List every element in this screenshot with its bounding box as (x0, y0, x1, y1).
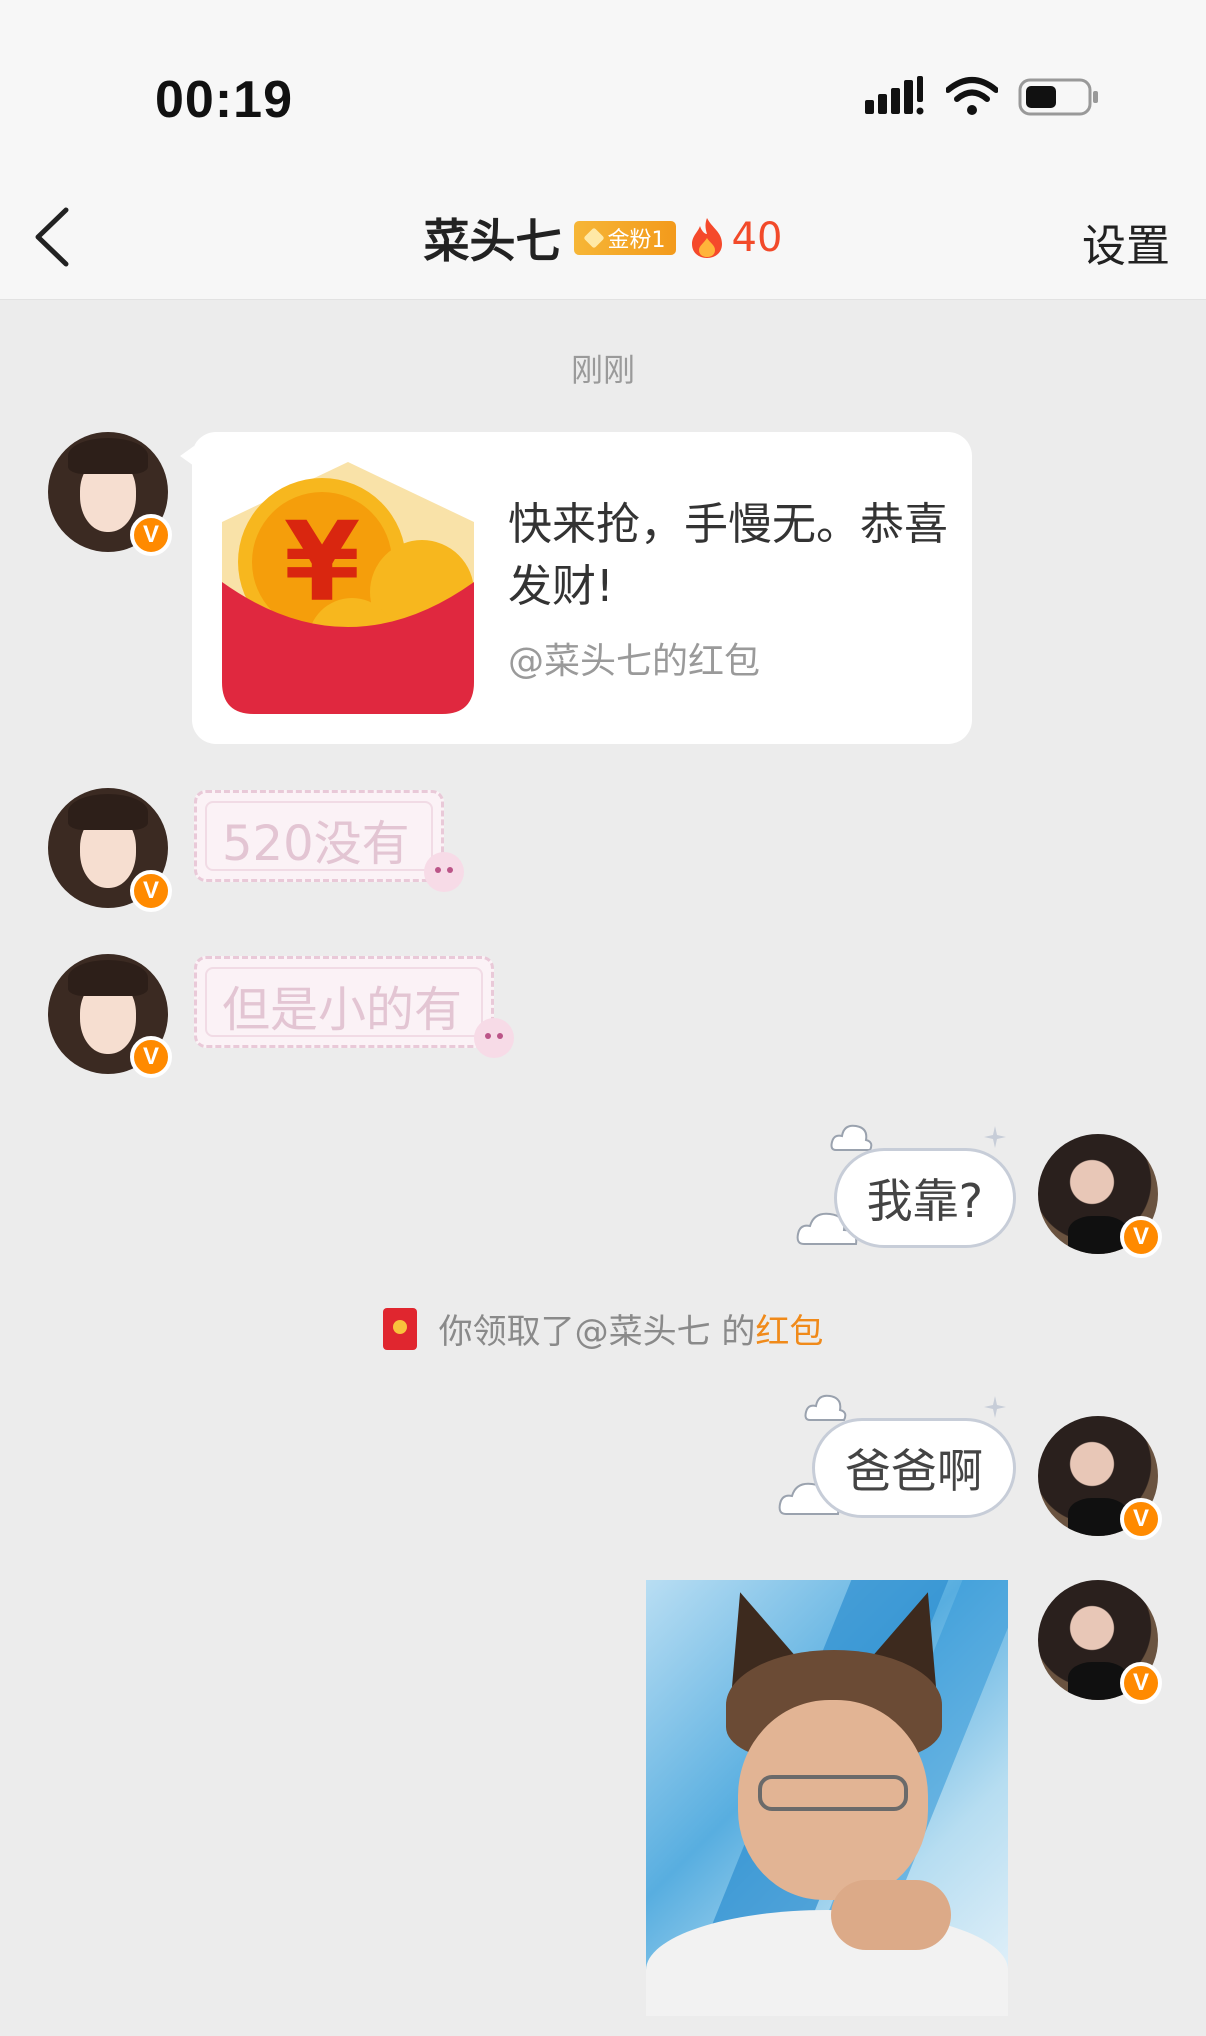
verified-badge-icon: V (130, 514, 172, 556)
nav-title-group: 菜头七 金粉1 40 (0, 208, 1206, 268)
verified-badge-icon: V (1120, 1498, 1162, 1540)
cloud-sticker-icon (804, 1394, 847, 1421)
red-packet-received-notice: 你领取了@菜头七 的红包 (0, 1304, 1206, 1353)
message-bubble-sent[interactable]: 爸爸啊 (778, 1394, 1016, 1518)
fan-level-badge[interactable]: 金粉1 (573, 221, 676, 255)
sheep-sticker-icon (474, 1018, 514, 1058)
signal-icon (865, 76, 924, 115)
sparkle-icon (984, 1126, 1006, 1148)
settings-button[interactable]: 设置 (1082, 210, 1170, 274)
photo-heart-hands (831, 1880, 951, 1950)
red-packet-icon (382, 1307, 417, 1350)
red-packet-message: 快来抢，手慢无。恭喜发财! (508, 499, 948, 612)
sender-avatar[interactable]: V (48, 788, 172, 912)
sender-avatar[interactable]: V (48, 432, 172, 556)
wifi-icon (946, 77, 998, 115)
fire-count: 40 (731, 215, 783, 261)
photo-glasses (758, 1775, 908, 1811)
nav-bar: 菜头七 金粉1 40 设置 (0, 170, 1206, 300)
self-avatar[interactable]: V (1038, 1416, 1162, 1540)
sheep-sticker-icon (424, 852, 464, 892)
message-bubble-sent[interactable]: 我靠? (796, 1124, 1016, 1248)
sparkle-icon (984, 1396, 1006, 1418)
message-bubble-received[interactable]: 但是小的有 (194, 942, 524, 1058)
self-avatar[interactable]: V (1038, 1134, 1162, 1258)
fan-badge-label: 金粉1 (607, 228, 666, 253)
red-packet-from: @菜头七的红包 (508, 641, 761, 682)
message-text: 爸爸啊 (812, 1418, 1016, 1518)
verified-badge-icon: V (1120, 1216, 1162, 1258)
status-time: 00:19 (155, 71, 293, 129)
message-text: 但是小的有 (222, 982, 463, 1038)
intimacy-indicator[interactable]: 40 (688, 215, 783, 261)
message-text: 我靠? (833, 1148, 1016, 1248)
battery-icon (1018, 78, 1098, 116)
status-bar: 00:19 (0, 0, 1206, 170)
red-packet-link[interactable]: 红包 (755, 1312, 823, 1352)
verified-badge-icon: V (130, 870, 172, 912)
message-bubble-received[interactable]: 520没有 (194, 776, 474, 892)
verified-badge-icon: V (1120, 1662, 1162, 1704)
notice-text: 你领取了@菜头七 的 (438, 1312, 756, 1352)
red-packet-icon: ¥ (222, 462, 474, 714)
nav-title[interactable]: 菜头七 (424, 205, 562, 271)
chat-timestamp: 刚刚 (570, 351, 635, 389)
self-avatar[interactable]: V (1038, 1580, 1162, 1704)
fire-icon (691, 218, 722, 258)
message-text: 520没有 (222, 816, 410, 872)
sender-avatar[interactable]: V (48, 954, 172, 1078)
red-packet-card[interactable]: ¥ 快来抢，手慢无。恭喜发财! @菜头七的红包 (180, 432, 972, 744)
photo-shirt (646, 1910, 1008, 2016)
verified-badge-icon: V (130, 1036, 172, 1078)
image-message[interactable] (646, 1580, 1008, 2016)
gem-icon (582, 227, 605, 249)
